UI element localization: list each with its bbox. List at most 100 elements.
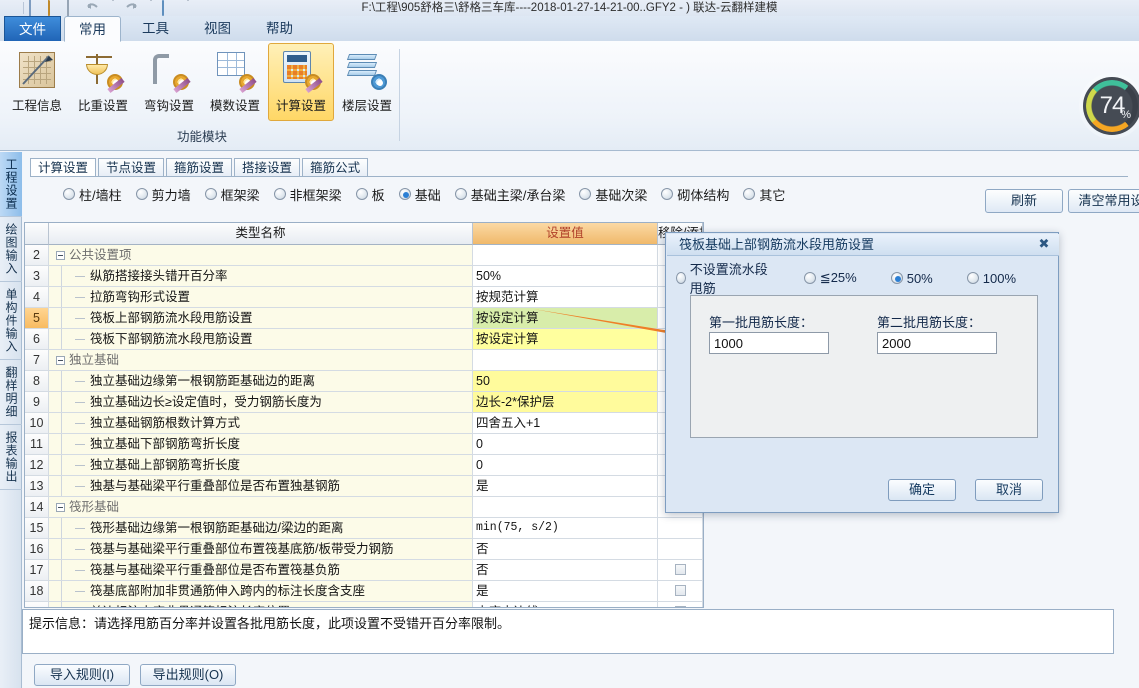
row-remove-add-cell[interactable]	[658, 539, 703, 559]
first-batch-length-input[interactable]	[709, 332, 829, 354]
row-setting-value[interactable]	[473, 245, 658, 265]
tab-node-settings[interactable]: 节点设置	[98, 158, 165, 177]
row-checkbox[interactable]	[674, 585, 686, 596]
ribbon-button-modulus-settings[interactable]: 模数设置	[202, 43, 268, 121]
ribbon-button-calc-settings[interactable]: 计算设置	[268, 43, 334, 121]
radio-100-percent[interactable]: 100%	[966, 271, 1016, 286]
radio-foundation-secondary-beam[interactable]: 基础次梁	[579, 185, 647, 204]
ribbon-button-label: 弯钩设置	[143, 99, 194, 113]
table-row[interactable]: 19 单边标注支座非贯通筋标注长度位置 支座内边线	[25, 602, 703, 607]
table-row[interactable]: 14 筏形基础	[25, 497, 703, 518]
row-remove-add-cell[interactable]	[658, 518, 703, 538]
table-row[interactable]: 13 独基与基础梁平行重叠部位是否布置独基钢筋 是	[25, 476, 703, 497]
table-row[interactable]: 10 独立基础钢筋根数计算方式 四舍五入+1	[25, 413, 703, 434]
table-row[interactable]: 15 筏形基础边缘第一根钢筋距基础边/梁边的距离 min(75, s/2)	[25, 518, 703, 539]
radio-non-frame-beam[interactable]: 非框架梁	[273, 185, 342, 204]
row-setting-value[interactable]: 按设定计算	[473, 329, 658, 349]
row-setting-value[interactable]	[473, 350, 658, 370]
row-setting-value[interactable]: 边长-2*保护层	[473, 392, 658, 412]
table-row[interactable]: 3 纵筋搭接接头错开百分率 50%	[25, 266, 703, 287]
tree-expander-icon[interactable]	[53, 353, 69, 367]
row-index: 13	[25, 476, 49, 496]
row-setting-value[interactable]: 50%	[473, 266, 658, 286]
table-row[interactable]: 4 拉筋弯钩形式设置 按规范计算	[25, 287, 703, 308]
table-row[interactable]: 11 独立基础下部钢筋弯折长度 0	[25, 434, 703, 455]
clear-common-settings-button[interactable]: 清空常用设	[1068, 189, 1139, 213]
radio-dot	[454, 188, 467, 200]
row-remove-add-cell[interactable]	[658, 581, 703, 601]
row-setting-value[interactable]: 否	[473, 560, 658, 580]
tab-stirrup-formula[interactable]: 箍筋公式	[302, 158, 369, 177]
radio-slab[interactable]: 板	[355, 185, 385, 204]
refresh-button[interactable]: 刷新	[985, 189, 1063, 213]
vtab-report-output[interactable]: 报表输出	[0, 425, 22, 490]
radio-column-wall-column[interactable]: 柱/墙柱	[63, 185, 122, 204]
row-setting-value[interactable]: 0	[473, 455, 658, 475]
export-rules-button[interactable]: 导出规则(O)	[140, 664, 236, 686]
vtab-drawing-input[interactable]: 绘图输入	[0, 217, 22, 282]
tree-expander-icon[interactable]	[53, 248, 69, 262]
close-icon[interactable]: ✖	[1036, 236, 1052, 252]
row-setting-value[interactable]: 50	[473, 371, 658, 391]
row-setting-value[interactable]: 否	[473, 539, 658, 559]
ribbon-tab-strip: 文件 常用 工具 视图 帮助	[0, 16, 1139, 42]
settings-grid[interactable]: 类型名称 设置值 移除/添加 2 公共设置项 3 纵筋搭接接头错开百分率 50% 4 拉筋弯…	[24, 222, 704, 608]
table-row[interactable]: 16 筏基与基础梁平行重叠部位布置筏基底筋/板带受力钢筋 否	[25, 539, 703, 560]
radio-lte-25-percent[interactable]: ≦25%	[803, 270, 857, 286]
table-row[interactable]: 17 筏基与基础梁平行重叠部位是否布置筏基负筋 否	[25, 560, 703, 581]
ribbon-tab-file[interactable]: 文件	[4, 16, 61, 42]
ribbon-tab-tools[interactable]: 工具	[128, 16, 183, 42]
tab-calc-settings[interactable]: 计算设置	[30, 158, 97, 177]
row-setting-value[interactable]: 按设定计算	[473, 308, 658, 328]
table-row[interactable]: 6 筏板下部钢筋流水段甩筋设置 按设定计算	[25, 329, 703, 350]
radio-masonry-structure[interactable]: 砌体结构	[661, 185, 729, 204]
grid-body: 2 公共设置项 3 纵筋搭接接头错开百分率 50% 4 拉筋弯钩形式设置 按规范计算 5 筏板上部…	[25, 245, 703, 607]
import-rules-button[interactable]: 导入规则(I)	[34, 664, 130, 686]
table-row[interactable]: 8 独立基础边缘第一根钢筋距基础边的距离 50	[25, 371, 703, 392]
row-setting-value[interactable]: 是	[473, 581, 658, 601]
vtab-project-settings[interactable]: 工程设置	[0, 152, 22, 217]
row-setting-value[interactable]: 按规范计算	[473, 287, 658, 307]
row-setting-value[interactable]	[473, 497, 658, 517]
row-setting-value[interactable]: 是	[473, 476, 658, 496]
radio-other[interactable]: 其它	[743, 185, 785, 204]
ribbon-tab-view[interactable]: 视图	[190, 16, 245, 42]
ribbon-tab-common[interactable]: 常用	[64, 16, 121, 42]
row-remove-add-cell[interactable]	[658, 602, 703, 607]
tab-lap-settings[interactable]: 搭接设置	[234, 158, 301, 177]
radio-label: 框架梁	[220, 187, 260, 203]
grid-header-type-name: 类型名称	[49, 223, 473, 245]
row-setting-value[interactable]: 0	[473, 434, 658, 454]
ribbon-button-floor-settings[interactable]: 楼层设置	[334, 43, 400, 121]
radio-50-percent[interactable]: 50%	[890, 271, 933, 286]
tree-expander-icon[interactable]	[53, 500, 69, 514]
dialog-ok-button[interactable]: 确定	[888, 479, 956, 501]
table-row[interactable]: 18 筏基底部附加非贯通筋伸入跨内的标注长度含支座 是	[25, 581, 703, 602]
radio-foundation[interactable]: 基础	[398, 185, 441, 204]
table-row[interactable]: 2 公共设置项	[25, 245, 703, 266]
row-setting-value[interactable]: 四舍五入+1	[473, 413, 658, 433]
tab-stirrup-settings[interactable]: 箍筋设置	[166, 158, 233, 177]
radio-frame-beam[interactable]: 框架梁	[204, 185, 260, 204]
dialog-cancel-button[interactable]: 取消	[975, 479, 1043, 501]
ribbon-tab-help[interactable]: 帮助	[252, 16, 307, 42]
table-row[interactable]: 9 独立基础边长≥设定值时，受力钢筋长度为 边长-2*保护层	[25, 392, 703, 413]
radio-foundation-main-beam[interactable]: 基础主梁/承台梁	[454, 185, 565, 204]
first-batch-length-label: 第一批甩筋长度：	[709, 315, 814, 330]
radio-no-flow-segment[interactable]: 不设置流水段甩筋	[676, 259, 770, 297]
radio-shear-wall[interactable]: 剪力墙	[135, 185, 191, 204]
table-row[interactable]: 12 独立基础上部钢筋弯折长度 0	[25, 455, 703, 476]
vtab-detail-list[interactable]: 翻样明细	[0, 360, 22, 425]
row-checkbox[interactable]	[674, 606, 686, 607]
table-row[interactable]: 5 筏板上部钢筋流水段甩筋设置 按设定计算	[25, 308, 703, 329]
row-checkbox[interactable]	[674, 564, 686, 575]
second-batch-length-input[interactable]	[877, 332, 997, 354]
ribbon-button-project-info[interactable]: 工程信息	[4, 43, 70, 121]
ribbon-button-hook-settings[interactable]: 弯钩设置	[136, 43, 202, 121]
ribbon-button-weight-settings[interactable]: 比重设置	[70, 43, 136, 121]
table-row[interactable]: 7 独立基础	[25, 350, 703, 371]
row-remove-add-cell[interactable]	[658, 560, 703, 580]
row-setting-value[interactable]: min(75, s/2)	[473, 518, 658, 538]
row-setting-value[interactable]: 支座内边线	[473, 602, 658, 607]
vtab-single-member-input[interactable]: 单构件输入	[0, 282, 22, 360]
